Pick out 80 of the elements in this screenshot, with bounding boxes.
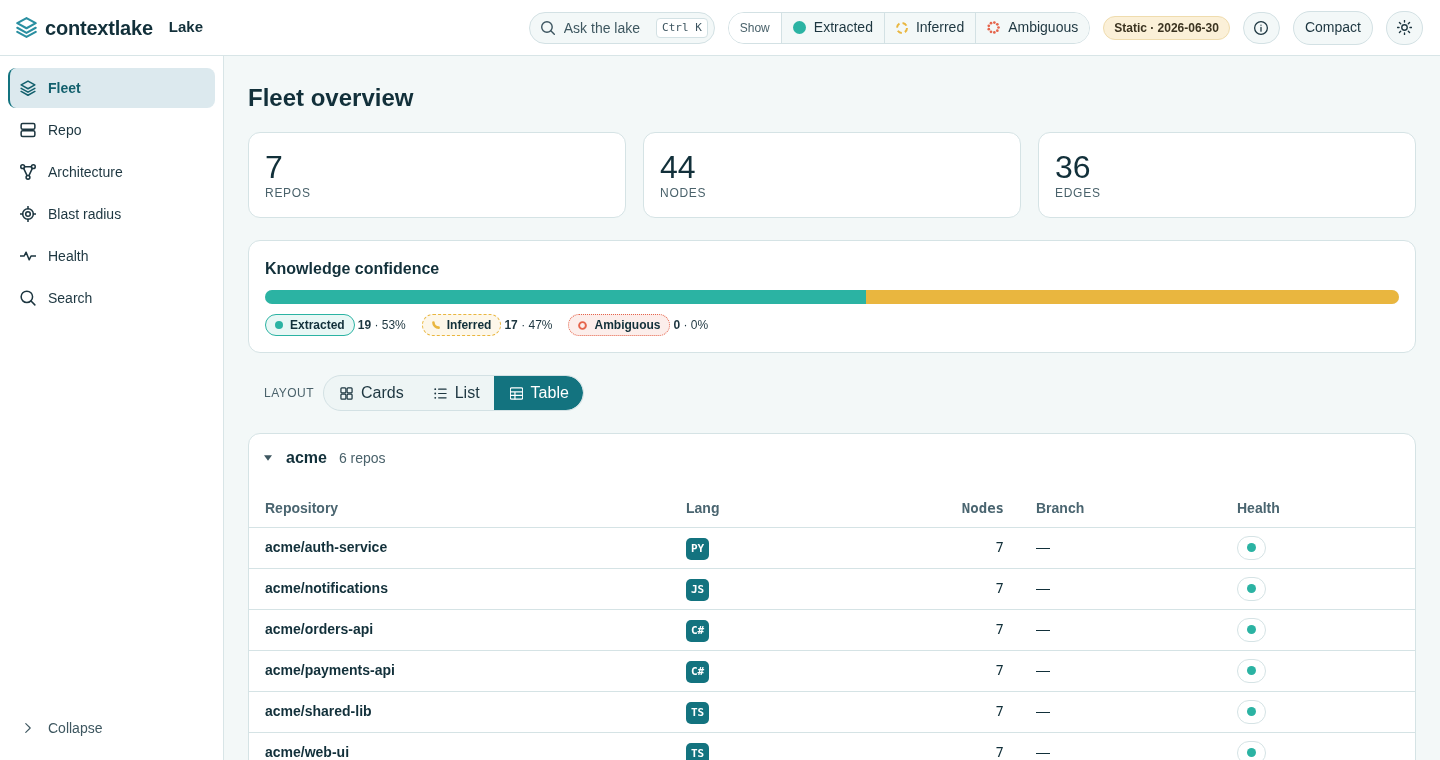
target-icon [20, 206, 36, 222]
legend-count: 19 · 53% [357, 317, 406, 334]
stat-label: REPOS [265, 185, 312, 201]
legend-count: 17 · 47% [504, 317, 553, 334]
sidebar-item[interactable]: Fleet [8, 68, 215, 108]
layout-tab[interactable]: Cards [324, 376, 418, 410]
table-cell: 7 [870, 732, 1020, 760]
nodes-icon [20, 164, 36, 180]
table-cell: acme/web-ui [249, 732, 670, 760]
group-name: acme [286, 448, 327, 468]
collapse-button[interactable]: Collapse [8, 708, 215, 748]
language-badge: C# [686, 620, 709, 643]
table-cell: — [1020, 650, 1221, 691]
snapshot-badge: Static · 2026-06-30 [1103, 15, 1230, 40]
column-header: Nodes [870, 490, 1020, 527]
filter-toggle[interactable]: Inferred [884, 12, 977, 43]
legend-count: 0 · 0% [673, 317, 709, 334]
sun-icon [1397, 20, 1412, 35]
table-cell: 7 [870, 650, 1020, 691]
table-cell: — [1020, 691, 1221, 732]
column-header: Health [1221, 490, 1415, 527]
column-header: Branch [1020, 490, 1221, 527]
table-cell: — [1020, 568, 1221, 609]
table-cell: — [1020, 732, 1221, 760]
workspace-name: Lake [168, 17, 204, 38]
stat-label: NODES [660, 185, 708, 201]
sidebar-item[interactable]: Search [8, 278, 215, 318]
table-cell: 7 [870, 527, 1020, 568]
stat-value: 7 [265, 149, 284, 185]
stat-value: 36 [1055, 149, 1092, 185]
info-icon [1254, 20, 1269, 35]
card-title: Knowledge confidence [265, 259, 441, 279]
stat-value: 44 [660, 149, 697, 185]
table-cell: acme/shared-lib [249, 691, 670, 732]
language-badge: TS [686, 702, 709, 725]
page-title: Fleet overview [248, 83, 415, 113]
sidebar-item[interactable]: Blast radius [8, 194, 215, 234]
sidebar-item[interactable]: Architecture [8, 152, 215, 192]
table-cell: acme/payments-api [249, 650, 670, 691]
sidebar-item[interactable]: Repo [8, 110, 215, 150]
column-header: Repository [249, 490, 670, 527]
layout-label: LAYOUT [264, 385, 314, 402]
column-header: Lang [670, 490, 870, 527]
table-cell: acme/notifications [249, 568, 670, 609]
table-cell: — [1020, 609, 1221, 650]
table-cell: 7 [870, 691, 1020, 732]
filter-toggle[interactable]: Extracted [781, 12, 885, 43]
legend-label: Ambiguous [594, 317, 661, 334]
sidebar-item[interactable]: Health [8, 236, 215, 276]
info-button[interactable] [1242, 11, 1280, 44]
search-icon [20, 290, 36, 306]
shortcut-key: Ctrl K [656, 17, 708, 38]
layout-tab[interactable]: List [417, 376, 494, 410]
theme-toggle-button[interactable] [1386, 10, 1423, 45]
table-cell: acme/orders-api [249, 609, 670, 650]
table-cell: 7 [870, 609, 1020, 650]
filter-label: Show [728, 12, 782, 43]
language-badge: JS [686, 579, 709, 602]
language-badge: C# [686, 661, 709, 684]
grid-icon [340, 386, 353, 400]
stat-label: EDGES [1055, 185, 1102, 201]
layout-tab[interactable]: Table [493, 376, 583, 410]
table-cell: — [1020, 527, 1221, 568]
language-badge: TS [686, 743, 709, 760]
layers-icon [20, 80, 36, 96]
brand-name: contextlake [45, 15, 153, 41]
legend-label: Extracted [290, 317, 345, 334]
table-cell: 7 [870, 568, 1020, 609]
compact-button[interactable]: Compact [1292, 10, 1373, 45]
list-icon [433, 386, 447, 400]
group-count: 6 repos [338, 448, 386, 468]
table-cell: acme/auth-service [249, 527, 670, 568]
layers-icon [16, 17, 37, 38]
language-badge: PY [686, 538, 709, 561]
search-icon [540, 20, 555, 35]
table-icon [509, 386, 523, 400]
filter-toggle[interactable]: Ambiguous [976, 12, 1090, 43]
server-icon [20, 122, 36, 138]
caret-icon[interactable] [264, 454, 272, 462]
legend-label: Inferred [446, 317, 492, 334]
